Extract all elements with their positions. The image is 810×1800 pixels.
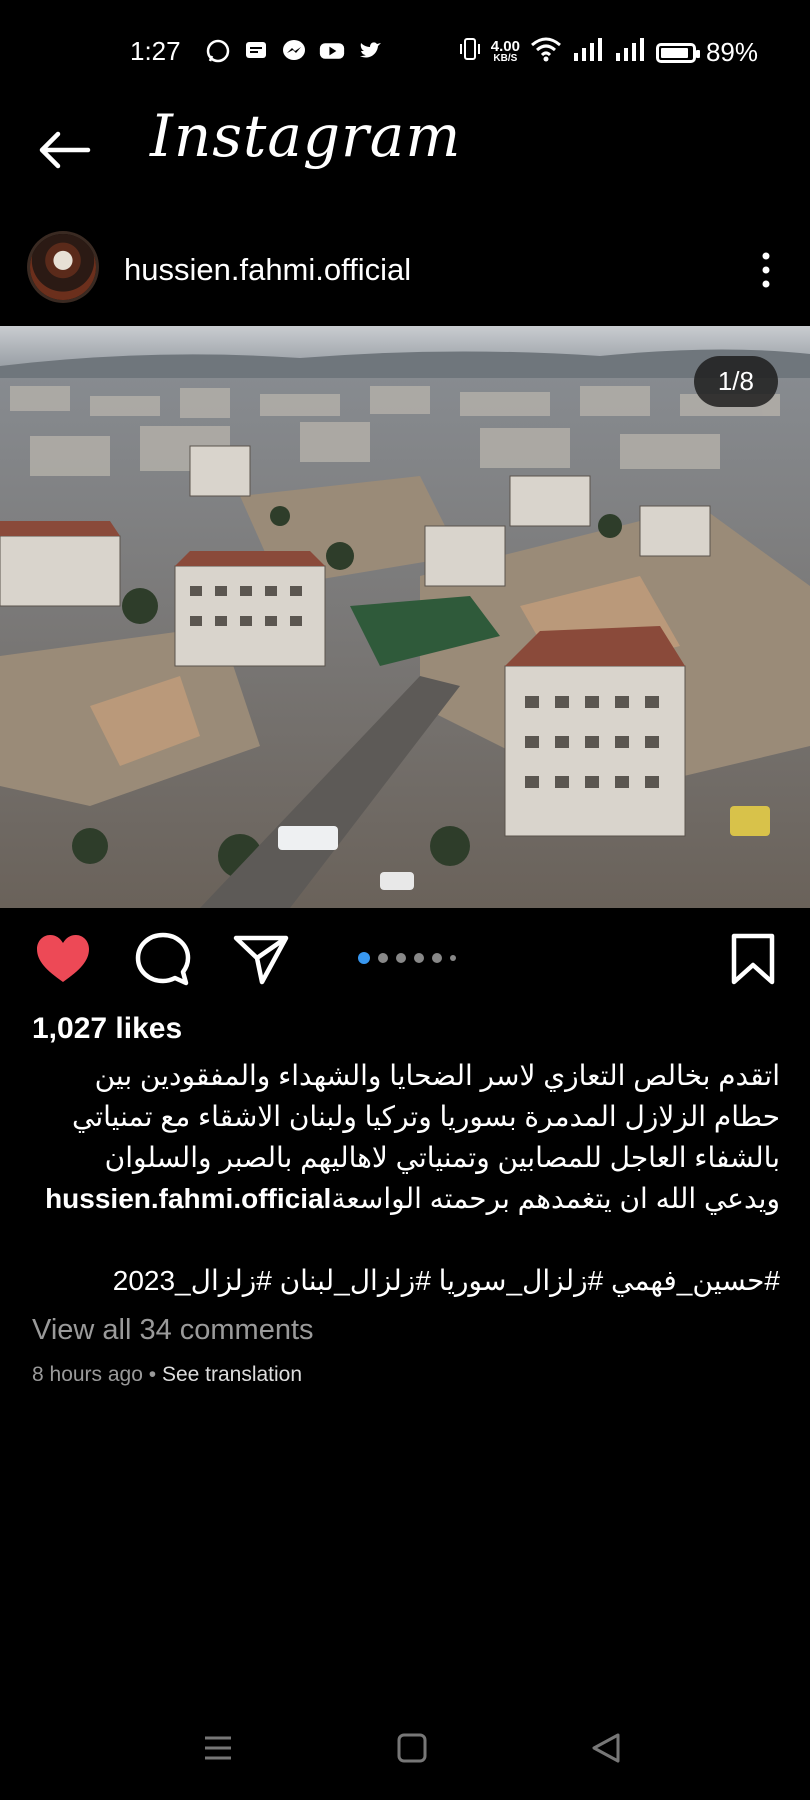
wifi-icon — [530, 36, 562, 69]
meta-separator: • — [148, 1363, 162, 1386]
battery-percent: 89% — [705, 37, 758, 67]
carousel-indicator — [358, 952, 456, 964]
battery-icon — [655, 42, 700, 63]
menu-icon[interactable] — [200, 1730, 236, 1766]
carousel-dot — [396, 953, 406, 963]
carousel-dot — [378, 953, 388, 963]
messenger-icon — [281, 38, 307, 64]
action-bar — [0, 928, 810, 988]
comment-icon[interactable] — [134, 932, 192, 986]
signal-icon-2 — [614, 37, 646, 68]
carousel-dot — [358, 952, 370, 964]
earthquake-aerial-photo — [0, 326, 810, 908]
post-image[interactable]: 1/8 — [0, 326, 810, 908]
back-triangle-icon[interactable] — [588, 1730, 624, 1766]
post-username[interactable]: hussien.fahmi.official — [124, 252, 411, 288]
image-counter: 1/8 — [693, 356, 778, 407]
likes-count[interactable]: 1,027 likes — [32, 1012, 182, 1046]
twitter-icon — [357, 38, 383, 64]
caption-username[interactable]: hussien.fahmi.official — [45, 1183, 331, 1214]
view-comments-link[interactable]: View all 34 comments — [32, 1314, 314, 1347]
vibrate-icon — [459, 36, 481, 69]
avatar[interactable] — [30, 234, 96, 300]
post-header: hussien.fahmi.official — [0, 230, 810, 306]
like-heart-icon[interactable] — [34, 932, 92, 986]
caption-hashtags[interactable]: #حسين_فهمي #زلزال_سوريا #زلزال_لبنان #زل… — [32, 1260, 780, 1301]
see-translation-link[interactable]: See translation — [162, 1363, 302, 1386]
carousel-dot — [432, 953, 442, 963]
whatsapp-icon — [205, 38, 231, 64]
bookmark-icon[interactable] — [724, 932, 782, 986]
battery-level — [660, 47, 688, 58]
carousel-dot — [450, 955, 456, 961]
speed-unit: KB/S — [493, 52, 518, 64]
youtube-icon — [319, 38, 345, 64]
caption-body: اتقدم بخالص التعازي لاسر الضحايا والشهدا… — [32, 1055, 780, 1219]
more-options-icon[interactable] — [756, 250, 776, 290]
status-indicators: 4.00 KB/S 89% — [459, 36, 758, 69]
status-time: 1:27 — [130, 36, 181, 66]
status-bar: 1:27 4.00 KB/S 89% — [0, 0, 810, 108]
caption: اتقدم بخالص التعازي لاسر الضحايا والشهدا… — [32, 1055, 780, 1301]
back-arrow-icon[interactable] — [36, 128, 92, 172]
app-header: Instagram — [0, 100, 810, 200]
share-send-icon[interactable] — [232, 932, 290, 986]
speed-value: 4.00 — [490, 37, 520, 55]
message-icon — [243, 38, 269, 64]
notification-icons — [205, 38, 383, 64]
post-meta: 8 hours ago • See translation — [32, 1363, 302, 1387]
signal-icon-1 — [572, 37, 604, 68]
network-speed: 4.00 KB/S — [490, 37, 520, 65]
post-time: 8 hours ago — [32, 1363, 143, 1386]
carousel-dot — [414, 953, 424, 963]
instagram-logo: Instagram — [150, 102, 462, 170]
system-nav-bar — [0, 1720, 810, 1780]
home-square-icon[interactable] — [394, 1730, 430, 1766]
